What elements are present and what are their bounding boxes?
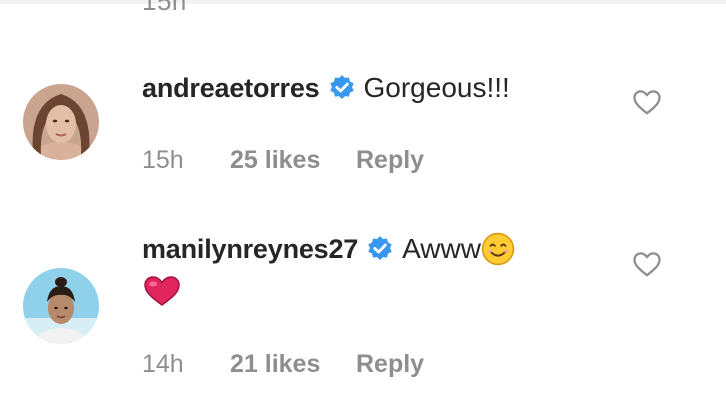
- comment-username[interactable]: manilynreynes27: [142, 234, 358, 265]
- avatar-image: [23, 84, 99, 160]
- smiling-face-emoji-icon: [481, 232, 515, 266]
- red-heart-emoji-icon: [144, 276, 180, 306]
- reply-button[interactable]: Reply: [356, 350, 424, 379]
- comment-likes-count[interactable]: 21 likes: [230, 350, 356, 379]
- comment-time: 15h: [142, 146, 184, 174]
- comment-text: Awww: [402, 233, 481, 264]
- heart-outline-icon[interactable]: [632, 250, 662, 278]
- comment-username[interactable]: andreaetorres: [142, 73, 320, 104]
- comment-time: 14h: [142, 350, 184, 378]
- comment-meta: 15h 25 likes Reply: [142, 146, 424, 175]
- comment-body: andreaetorres Gorgeous!!!: [142, 72, 510, 104]
- avatar[interactable]: [23, 84, 99, 160]
- reply-button[interactable]: Reply: [356, 146, 424, 175]
- comment-likes-count[interactable]: 25 likes: [230, 146, 356, 175]
- comment-meta: 14h 21 likes Reply: [142, 350, 424, 379]
- avatar-image: [23, 268, 99, 344]
- top-divider: [0, 0, 726, 4]
- verified-badge-icon: [368, 236, 392, 260]
- comment-text: Gorgeous!!!: [363, 72, 510, 103]
- heart-outline-icon[interactable]: [632, 88, 662, 116]
- previous-comment-time: 15h: [142, 0, 187, 16]
- comment-body: manilynreynes27 Awww: [142, 232, 515, 266]
- avatar[interactable]: [23, 268, 99, 344]
- verified-badge-icon: [329, 75, 354, 99]
